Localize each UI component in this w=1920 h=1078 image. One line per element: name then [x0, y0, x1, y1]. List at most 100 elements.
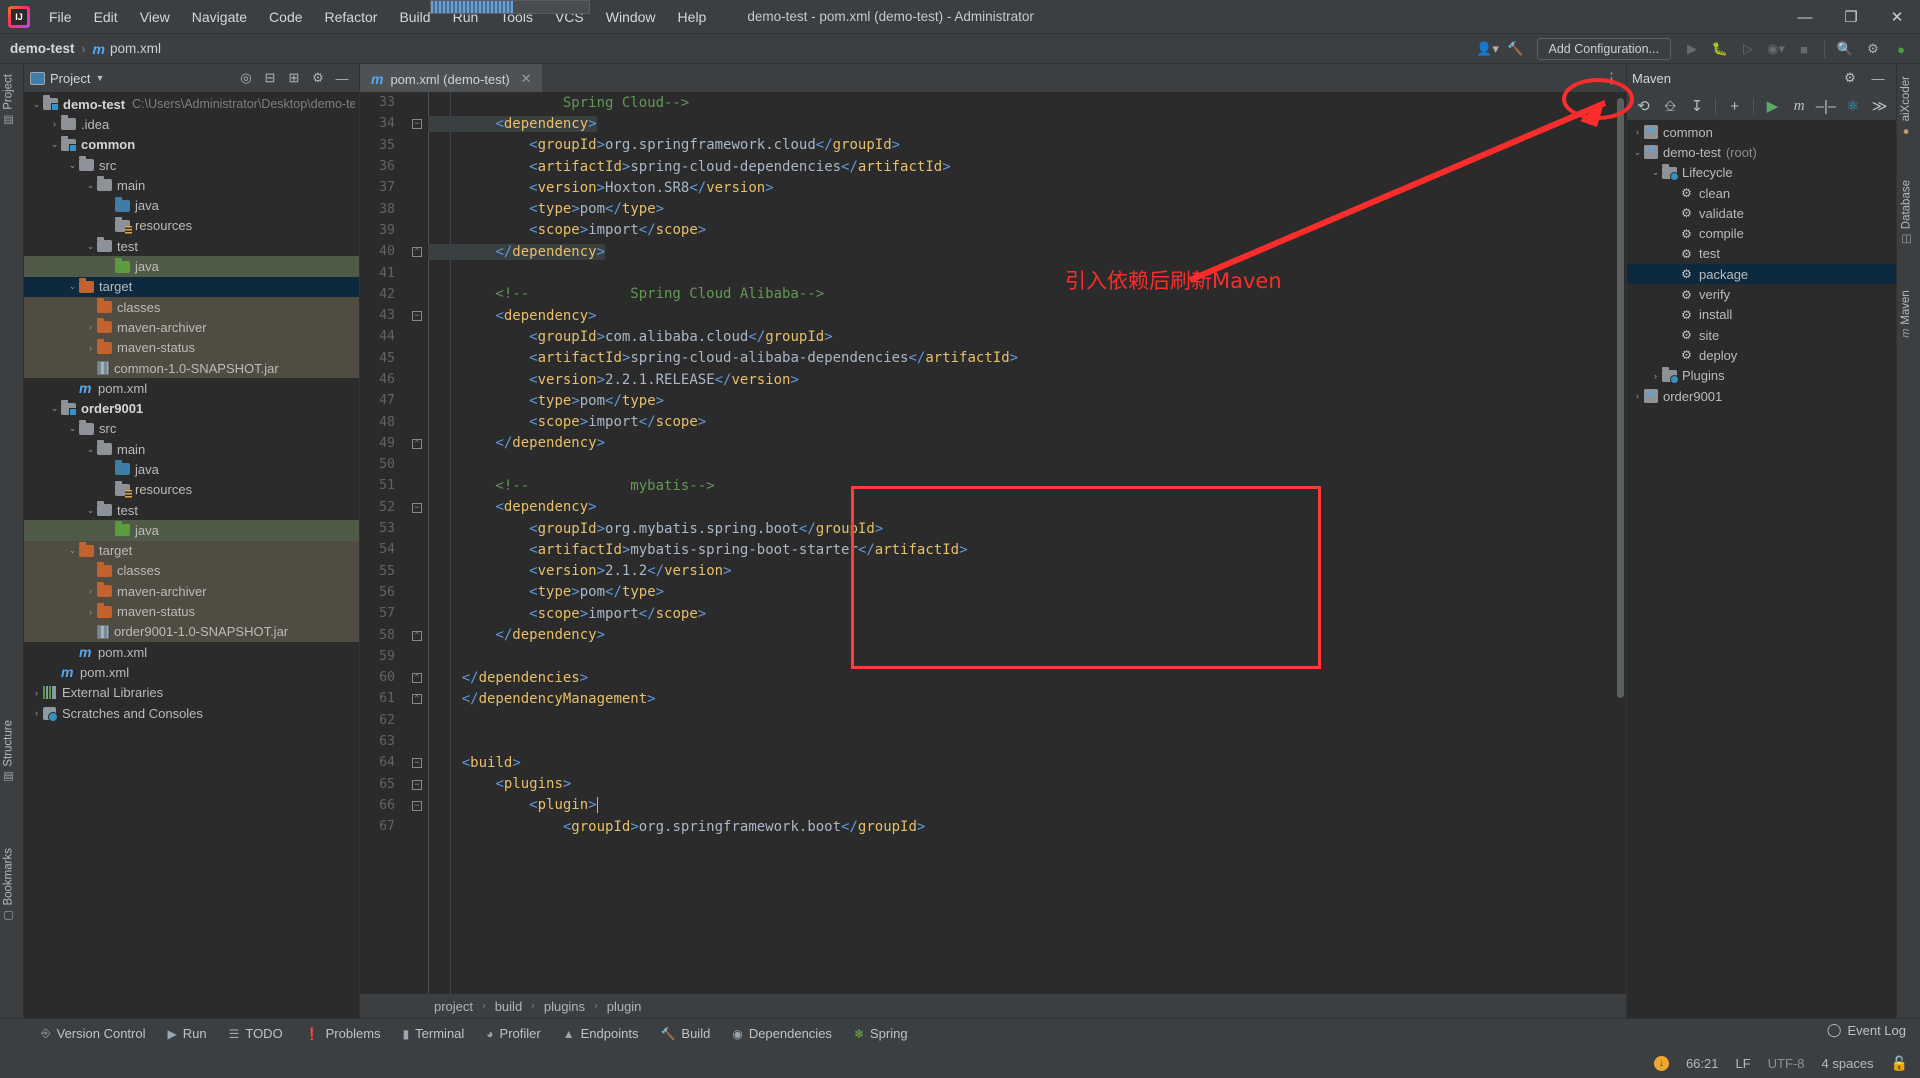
chevron-down-icon[interactable]: ⌄	[66, 545, 79, 556]
project-tree-row[interactable]: java	[24, 459, 359, 479]
code-line[interactable]: 37 <version>Hoxton.SR8</version>	[360, 177, 1626, 198]
chevron-right-icon[interactable]: ›	[1649, 371, 1662, 381]
menu-help[interactable]: Help	[667, 3, 718, 31]
code-line[interactable]: 61⌃ </dependencyManagement>	[360, 688, 1626, 709]
hammer-icon[interactable]: 🔨	[1503, 37, 1529, 61]
project-tree-row[interactable]: ›maven-archiver	[24, 581, 359, 601]
project-file-tree[interactable]: ⌄demo-testC:\Users\Administrator\Desktop…	[24, 92, 359, 1018]
chevron-right-icon[interactable]: ›	[48, 119, 61, 129]
hide-icon[interactable]: —	[331, 67, 353, 89]
project-tree-row[interactable]: java	[24, 195, 359, 215]
chevron-right-icon[interactable]: ›	[1631, 391, 1644, 401]
chevron-down-icon[interactable]: ⌄	[48, 403, 61, 414]
chevron-down-icon[interactable]: ⌄	[1649, 167, 1662, 178]
code-line[interactable]: 58⌃ </dependency>	[360, 624, 1626, 645]
update-warning-icon[interactable]	[1654, 1056, 1669, 1071]
code-line[interactable]: 35 <groupId>org.springframework.cloud</g…	[360, 135, 1626, 156]
maven-tree-row[interactable]: ⌄Lifecycle	[1627, 163, 1896, 183]
rail-item-bookmarks[interactable]: ▢ Bookmarks	[2, 844, 15, 927]
debug-icon[interactable]: 🐛	[1707, 37, 1733, 61]
code-line[interactable]: 55 <version>2.1.2</version>	[360, 561, 1626, 582]
maven-tree-row[interactable]: ⚙compile	[1627, 223, 1896, 243]
project-tree-row[interactable]: order9001-1.0-SNAPSHOT.jar	[24, 622, 359, 642]
maximize-button[interactable]: ❐	[1828, 0, 1874, 34]
code-line[interactable]: 48 <scope>import</scope>	[360, 411, 1626, 432]
settings-icon[interactable]: ⚙	[307, 67, 329, 89]
chevron-down-icon[interactable]: ▼	[95, 73, 104, 83]
code-line[interactable]: 51 <!-- mybatis-->	[360, 475, 1626, 496]
project-tree-row[interactable]: ›maven-status	[24, 601, 359, 621]
code-line[interactable]: 33 Spring Cloud-->	[360, 92, 1626, 113]
file-encoding[interactable]: UTF-8	[1768, 1056, 1805, 1071]
caret-position[interactable]: 66:21	[1686, 1056, 1719, 1071]
project-tree-row[interactable]: ⌄order9001	[24, 398, 359, 418]
code-line[interactable]: 47 <type>pom</type>	[360, 390, 1626, 411]
project-tree-row[interactable]: ›External Libraries	[24, 683, 359, 703]
bottom-item-todo[interactable]: ☰ TODO	[218, 1022, 294, 1045]
menu-navigate[interactable]: Navigate	[181, 3, 258, 31]
chevron-right-icon[interactable]: ›	[84, 607, 97, 617]
locate-icon[interactable]: ◎	[235, 67, 257, 89]
code-line[interactable]: 38 <type>pom</type>	[360, 198, 1626, 219]
chevron-right-icon[interactable]: ›	[30, 708, 43, 718]
code-line[interactable]: 52− <dependency>	[360, 497, 1626, 518]
maven-project-tree[interactable]: ›common⌄demo-test(root)⌄Lifecycle ⚙clean…	[1627, 120, 1896, 1018]
code-line[interactable]: 54 <artifactId>mybatis-spring-boot-start…	[360, 539, 1626, 560]
code-line[interactable]: 64− <build>	[360, 752, 1626, 773]
code-fold-marker[interactable]: ⌃	[406, 438, 428, 449]
maven-tree-row[interactable]: ⚙install	[1627, 305, 1896, 325]
code-line[interactable]: 40⌃ </dependency>	[360, 241, 1626, 262]
breadcrumb-plugins-node[interactable]: plugins	[544, 999, 585, 1014]
maven-tree-row[interactable]: ›Plugins	[1627, 366, 1896, 386]
maven-tree-row[interactable]: ⚙validate	[1627, 203, 1896, 223]
menu-edit[interactable]: Edit	[83, 3, 129, 31]
run-icon[interactable]: ▶	[1679, 37, 1705, 61]
bottom-item-endpoints[interactable]: ▲ Endpoints	[552, 1022, 650, 1045]
show-diagram-icon[interactable]: ⚛	[1840, 94, 1865, 118]
rail-item-maven[interactable]: m Maven	[1900, 286, 1912, 342]
add-configuration-button[interactable]: Add Configuration...	[1537, 38, 1672, 60]
bottom-item-profiler[interactable]: ◕ Profiler	[475, 1022, 551, 1045]
code-line[interactable]: 66− <plugin>	[360, 795, 1626, 816]
project-tree-row[interactable]: ⌄target	[24, 541, 359, 561]
project-tree-row[interactable]: ⌄src	[24, 155, 359, 175]
line-separator[interactable]: LF	[1736, 1056, 1751, 1071]
bottom-item-version-control[interactable]: ⎆ Version Control	[30, 1022, 157, 1045]
event-log-button[interactable]: ◯ Event Log	[1827, 1022, 1906, 1038]
code-line[interactable]: 42 <!-- Spring Cloud Alibaba-->	[360, 284, 1626, 305]
menu-window[interactable]: Window	[595, 3, 667, 31]
download-sources-icon[interactable]: ↧	[1685, 94, 1710, 118]
editor-tab-pom-xml[interactable]: m pom.xml (demo-test) ✕	[360, 64, 542, 92]
rail-item-database[interactable]: ◫ Database	[1900, 176, 1913, 250]
project-tree-row[interactable]: mpom.xml	[24, 378, 359, 398]
chevron-right-icon[interactable]: ›	[84, 343, 97, 353]
code-editor[interactable]: 33 Spring Cloud-->34− <dependency>35 <gr…	[360, 92, 1626, 994]
maven-tree-row[interactable]: ⚙test	[1627, 244, 1896, 264]
chevron-down-icon[interactable]: ⌄	[48, 139, 61, 150]
stop-icon[interactable]: ■	[1791, 37, 1817, 61]
bottom-item-dependencies[interactable]: ◉ Dependencies	[721, 1022, 843, 1045]
code-line[interactable]: 65− <plugins>	[360, 774, 1626, 795]
project-tree-row[interactable]: ⌄main	[24, 175, 359, 195]
code-fold-marker[interactable]: −	[406, 502, 428, 513]
code-fold-marker[interactable]: −	[406, 118, 428, 129]
execute-maven-goal-icon[interactable]: m	[1787, 94, 1812, 118]
bottom-item-terminal[interactable]: ▮ Terminal	[392, 1022, 476, 1045]
chevron-down-icon[interactable]: ⌄	[84, 180, 97, 191]
code-fold-marker[interactable]: −	[406, 310, 428, 321]
more-icon[interactable]: ≫	[1867, 94, 1892, 118]
expand-all-icon[interactable]: ⊟	[259, 67, 281, 89]
project-tree-row[interactable]: ›maven-archiver	[24, 317, 359, 337]
code-line[interactable]: 62	[360, 710, 1626, 731]
project-tree-row[interactable]: resources	[24, 216, 359, 236]
code-line[interactable]: 50	[360, 454, 1626, 475]
project-tree-row[interactable]: classes	[24, 561, 359, 581]
user-icon[interactable]: 👤▾	[1475, 37, 1501, 61]
breadcrumb-file[interactable]: pom.xml	[110, 41, 161, 56]
code-line[interactable]: 60⌃ </dependencies>	[360, 667, 1626, 688]
code-line[interactable]: 43− <dependency>	[360, 305, 1626, 326]
project-tree-row[interactable]: mpom.xml	[24, 642, 359, 662]
code-line[interactable]: 44 <groupId>com.alibaba.cloud</groupId>	[360, 326, 1626, 347]
unlocked-icon[interactable]: 🔓	[1891, 1055, 1908, 1072]
code-fold-marker[interactable]: ⌃	[406, 693, 428, 704]
